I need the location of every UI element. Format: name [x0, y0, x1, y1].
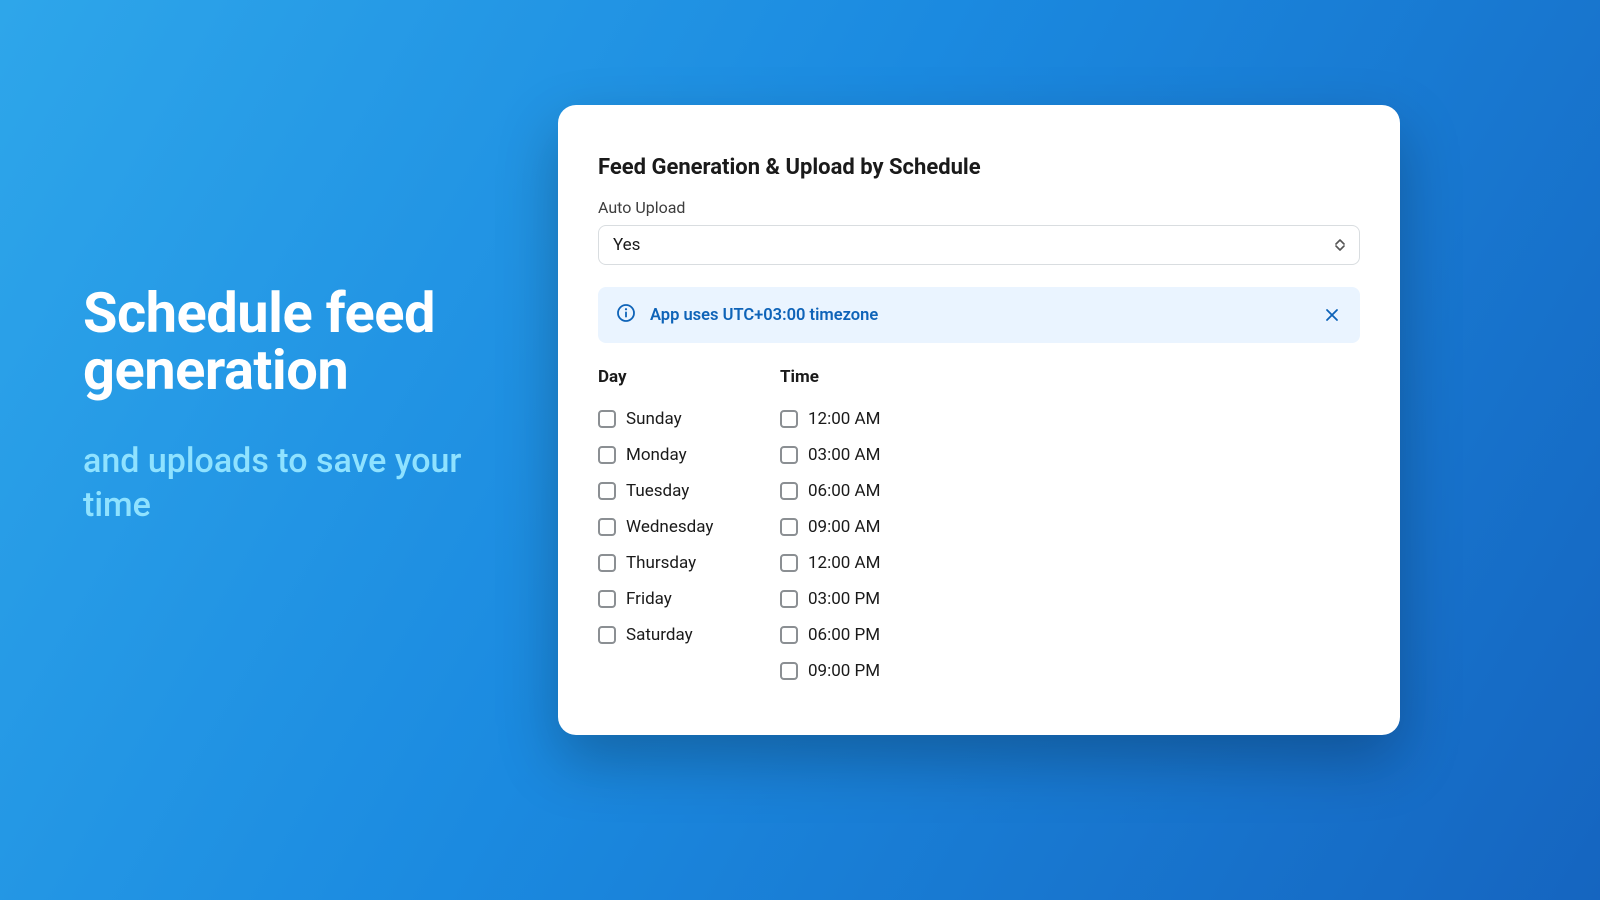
day-row-wednesday[interactable]: Wednesday	[598, 509, 780, 545]
auto-upload-select[interactable]: Yes	[598, 225, 1360, 265]
checkbox-icon	[780, 518, 798, 536]
checkbox-icon	[598, 518, 616, 536]
day-row-monday[interactable]: Monday	[598, 437, 780, 473]
auto-upload-value: Yes	[613, 235, 640, 255]
hero-title: Schedule feed generation	[83, 285, 513, 399]
chevron-up-down-icon	[1335, 238, 1345, 252]
time-label: 03:00 PM	[808, 589, 880, 609]
checkbox-icon	[598, 590, 616, 608]
checkbox-icon	[598, 482, 616, 500]
day-column: Day Sunday Monday Tuesday Wednesday Thur…	[598, 367, 780, 689]
checkbox-icon	[780, 590, 798, 608]
checkbox-icon	[780, 446, 798, 464]
time-label: 09:00 AM	[808, 517, 880, 537]
timezone-banner-text: App uses UTC+03:00 timezone	[650, 306, 1308, 325]
time-row-0300[interactable]: 03:00 AM	[780, 437, 1000, 473]
checkbox-icon	[598, 554, 616, 572]
day-row-saturday[interactable]: Saturday	[598, 617, 780, 653]
day-label: Thursday	[626, 553, 696, 573]
day-row-friday[interactable]: Friday	[598, 581, 780, 617]
time-row-1500[interactable]: 03:00 PM	[780, 581, 1000, 617]
day-label: Monday	[626, 445, 687, 465]
day-row-sunday[interactable]: Sunday	[598, 401, 780, 437]
checkbox-icon	[780, 410, 798, 428]
time-label: 06:00 AM	[808, 481, 880, 501]
hero-copy: Schedule feed generation and uploads to …	[83, 285, 513, 528]
time-row-0600[interactable]: 06:00 AM	[780, 473, 1000, 509]
card-title: Feed Generation & Upload by Schedule	[598, 155, 1360, 180]
day-row-thursday[interactable]: Thursday	[598, 545, 780, 581]
time-row-1200[interactable]: 12:00 AM	[780, 545, 1000, 581]
time-column: Time 12:00 AM 03:00 AM 06:00 AM 09:00 AM…	[780, 367, 1000, 689]
time-label: 03:00 AM	[808, 445, 880, 465]
time-label: 09:00 PM	[808, 661, 880, 681]
checkbox-icon	[780, 662, 798, 680]
checkbox-icon	[598, 626, 616, 644]
day-label: Wednesday	[626, 517, 713, 537]
day-label: Tuesday	[626, 481, 689, 501]
hero-subtitle: and uploads to save your time	[83, 439, 513, 527]
day-column-header: Day	[598, 367, 780, 387]
timezone-banner: App uses UTC+03:00 timezone	[598, 287, 1360, 343]
schedule-card: Feed Generation & Upload by Schedule Aut…	[558, 105, 1400, 735]
time-row-0000[interactable]: 12:00 AM	[780, 401, 1000, 437]
day-row-tuesday[interactable]: Tuesday	[598, 473, 780, 509]
checkbox-icon	[598, 446, 616, 464]
checkbox-icon	[780, 626, 798, 644]
time-row-2100[interactable]: 09:00 PM	[780, 653, 1000, 689]
close-icon[interactable]	[1322, 305, 1342, 325]
checkbox-icon	[780, 482, 798, 500]
time-column-header: Time	[780, 367, 1000, 387]
time-label: 06:00 PM	[808, 625, 880, 645]
day-label: Saturday	[626, 625, 693, 645]
checkbox-icon	[598, 410, 616, 428]
auto-upload-label: Auto Upload	[598, 198, 1360, 217]
time-label: 12:00 AM	[808, 553, 880, 573]
time-label: 12:00 AM	[808, 409, 880, 429]
info-icon	[616, 303, 636, 327]
day-label: Friday	[626, 589, 672, 609]
time-row-0900[interactable]: 09:00 AM	[780, 509, 1000, 545]
time-row-1800[interactable]: 06:00 PM	[780, 617, 1000, 653]
day-label: Sunday	[626, 409, 682, 429]
checkbox-icon	[780, 554, 798, 572]
